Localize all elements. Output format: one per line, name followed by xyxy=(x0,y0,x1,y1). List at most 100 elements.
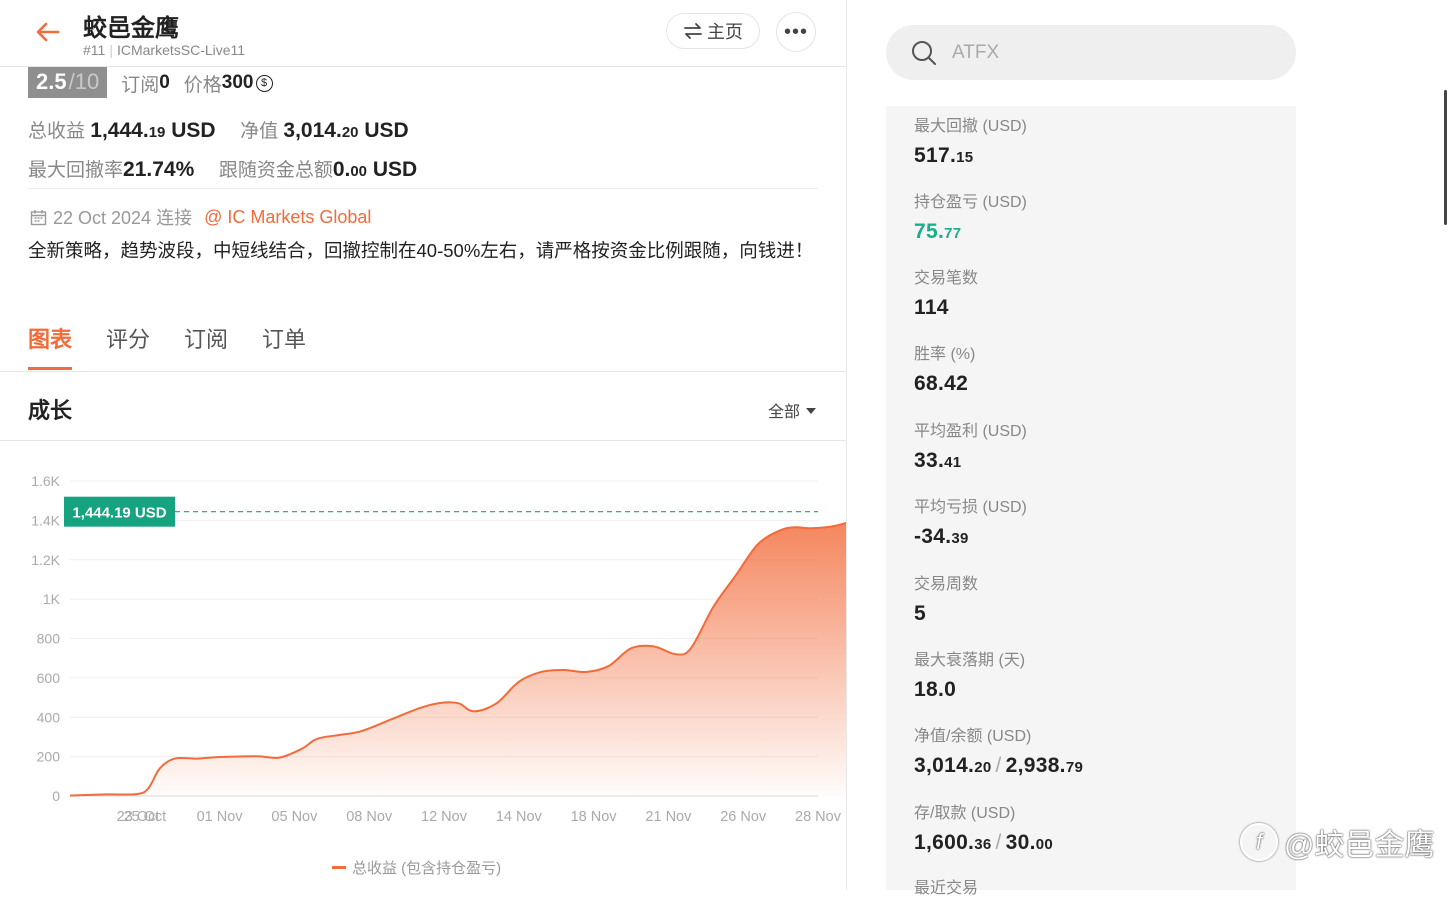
calendar-icon xyxy=(30,209,47,225)
search-bar[interactable]: ATFX xyxy=(886,25,1296,80)
y-tick-label: 400 xyxy=(37,709,61,725)
metric-label: 最大回撤 (USD) xyxy=(914,118,1027,135)
y-tick-label: 1.2K xyxy=(31,552,60,568)
y-tick-label: 1.4K xyxy=(31,512,60,528)
legend-swatch xyxy=(332,866,346,869)
scrollbar[interactable] xyxy=(1444,90,1447,225)
tab-chart[interactable]: 图表 xyxy=(28,322,73,370)
metric-value: 68.42 xyxy=(914,372,969,395)
metric-value: 114 xyxy=(914,296,949,319)
metric-label: 持仓盈亏 (USD) xyxy=(914,194,1027,211)
metric-label: 净值/余额 (USD) xyxy=(914,728,1032,745)
metric-label: 最大衰落期 (天) xyxy=(914,652,1026,669)
x-tick-label: 21 Nov xyxy=(645,809,692,825)
rating-denominator: /10 xyxy=(68,69,100,94)
section-divider xyxy=(0,440,846,441)
current-value-label: 1,444.19 USD xyxy=(72,505,166,522)
more-dots-icon: ••• xyxy=(783,20,808,43)
metric-value: 5 xyxy=(914,602,926,625)
x-tick-label: 08 Nov xyxy=(346,809,393,825)
strategy-description: 全新策略，趋势波段，中短线结合，回撤控制在40-50%左右，请严格按资金比例跟随… xyxy=(28,240,814,261)
metric-value: 1,600.36/30.00 xyxy=(914,831,1054,854)
rating-score: 2.5 xyxy=(36,69,67,94)
metric-trading-weeks: 交易周数 5 xyxy=(914,570,978,626)
metric-max-decline-days: 最大衰落期 (天) 18.0 xyxy=(914,646,1025,702)
metric-value: 18.0 xyxy=(914,678,957,701)
subscriptions-label: 订阅 xyxy=(121,74,160,96)
page-header: 蛟邑金鹰 #11 | ICMarketsSC-Live11 主页 ••• xyxy=(0,0,846,67)
divider xyxy=(28,188,818,189)
metric-win-rate: 胜率 (%) 68.42 xyxy=(914,340,975,396)
x-tick-label: 05 Nov xyxy=(271,809,318,825)
y-tick-label: 800 xyxy=(37,631,61,647)
metric-value: 517.15 xyxy=(914,144,974,167)
legend-label: 总收益 (包含持仓盈亏) xyxy=(352,860,502,877)
swap-icon xyxy=(684,23,702,39)
metric-avg-loss: 平均亏损 (USD) -34.39 xyxy=(914,493,1027,549)
home-button-label: 主页 xyxy=(707,22,743,42)
total-profit-label: 总收益 xyxy=(28,121,86,142)
metric-label: 交易笔数 xyxy=(914,270,979,287)
range-dropdown[interactable]: 全部 xyxy=(768,398,817,422)
equity-value: 3,014.20 USD xyxy=(283,119,409,142)
tab-subscribe[interactable]: 订阅 xyxy=(184,322,228,370)
area-fill xyxy=(70,523,846,796)
metric-floating-pnl: 持仓盈亏 (USD) 75.77 xyxy=(914,188,1027,244)
x-tick-label: 28 Nov xyxy=(795,809,842,825)
metric-max-drawdown: 最大回撤 (USD) 517.15 xyxy=(914,112,1027,168)
metric-trade-count: 交易笔数 114 xyxy=(914,264,978,320)
more-button[interactable]: ••• xyxy=(776,12,816,52)
watermark-text: @蛟邑金鹰 xyxy=(1284,829,1435,862)
account-name: ICMarketsSC-Live11 xyxy=(116,42,246,58)
rank-label: #11 xyxy=(83,42,106,58)
metric-label: 最近交易 xyxy=(914,880,979,897)
y-tick-label: 0 xyxy=(52,788,60,804)
equity-label: 净值 xyxy=(240,121,279,142)
metric-value: -34.39 xyxy=(914,525,969,548)
coin-icon: $ xyxy=(255,74,273,92)
connection-date: 22 Oct 2024 连接 xyxy=(53,208,193,228)
metric-label: 平均盈利 (USD) xyxy=(914,423,1027,440)
metric-label: 胜率 (%) xyxy=(914,346,976,363)
y-tick-label: 1K xyxy=(43,591,61,607)
back-arrow-icon[interactable] xyxy=(34,18,62,46)
broker-link[interactable]: @ IC Markets Global xyxy=(204,207,371,228)
metric-value: 3,014.20/2,938.79 xyxy=(914,754,1084,777)
tab-rating[interactable]: 评分 xyxy=(106,322,150,370)
follow-funds-value: 0.00 USD xyxy=(332,158,418,181)
caret-down-icon xyxy=(806,408,817,414)
x-tick-label: 26 Nov xyxy=(720,809,767,825)
follow-funds-label: 跟随资金总额 xyxy=(218,160,333,181)
section-title: 成长 xyxy=(28,398,73,423)
metric-label: 交易周数 xyxy=(914,576,979,593)
growth-chart: 02004006008001K1.2K1.4K1.6K23 Oct25 Oct 0… xyxy=(31,473,846,825)
y-tick-label: 1.6K xyxy=(31,473,60,489)
y-tick-label: 200 xyxy=(37,749,61,765)
x-tick-label: 18 Nov xyxy=(571,809,618,825)
y-tick-label: 600 xyxy=(37,670,61,686)
metrics-panel: 最大回撤 (USD) 517.15 持仓盈亏 (USD) 75.77 交易笔数 … xyxy=(886,106,1296,897)
x-tick-label: 14 Nov xyxy=(496,809,543,825)
search-input[interactable]: ATFX xyxy=(952,42,999,64)
home-button[interactable]: 主页 xyxy=(666,13,760,49)
price-value: 300 xyxy=(221,72,254,93)
rating-row: 2.5/10 订阅 0 价格 300 $ xyxy=(28,66,273,99)
metric-value: 75.77 xyxy=(914,220,962,243)
watermark-logo-icon: f xyxy=(1240,823,1278,861)
subscriptions-value: 0 xyxy=(159,72,170,93)
range-label: 全部 xyxy=(768,404,801,421)
metric-value: 33.41 xyxy=(914,449,962,472)
metric-deposit-withdraw: 存/取款 (USD) 1,600.36/30.00 xyxy=(914,799,1053,855)
price-label: 价格 xyxy=(183,74,222,96)
tabs-divider xyxy=(0,371,846,372)
watermark: f @蛟邑金鹰 xyxy=(1240,820,1434,864)
drawdown-rate-value: 21.74% xyxy=(123,158,195,181)
profit-row: 总收益 1,444.19 USD 净值 3,014.20 USD xyxy=(28,116,409,143)
drawdown-row: 最大回撤率21.74% 跟随资金总额0.00 USD xyxy=(28,155,417,182)
metric-label: 存/取款 (USD) xyxy=(914,805,1016,822)
drawdown-rate-label: 最大回撤率 xyxy=(28,160,124,181)
tab-orders[interactable]: 订单 xyxy=(262,322,306,370)
chart-legend: 总收益 (包含持仓盈亏) xyxy=(332,857,501,878)
strategy-detail-panel: 蛟邑金鹰 #11 | ICMarketsSC-Live11 主页 ••• 2.5/1… xyxy=(0,0,847,890)
tab-bar: 图表 评分 订阅 订单 xyxy=(28,322,306,370)
